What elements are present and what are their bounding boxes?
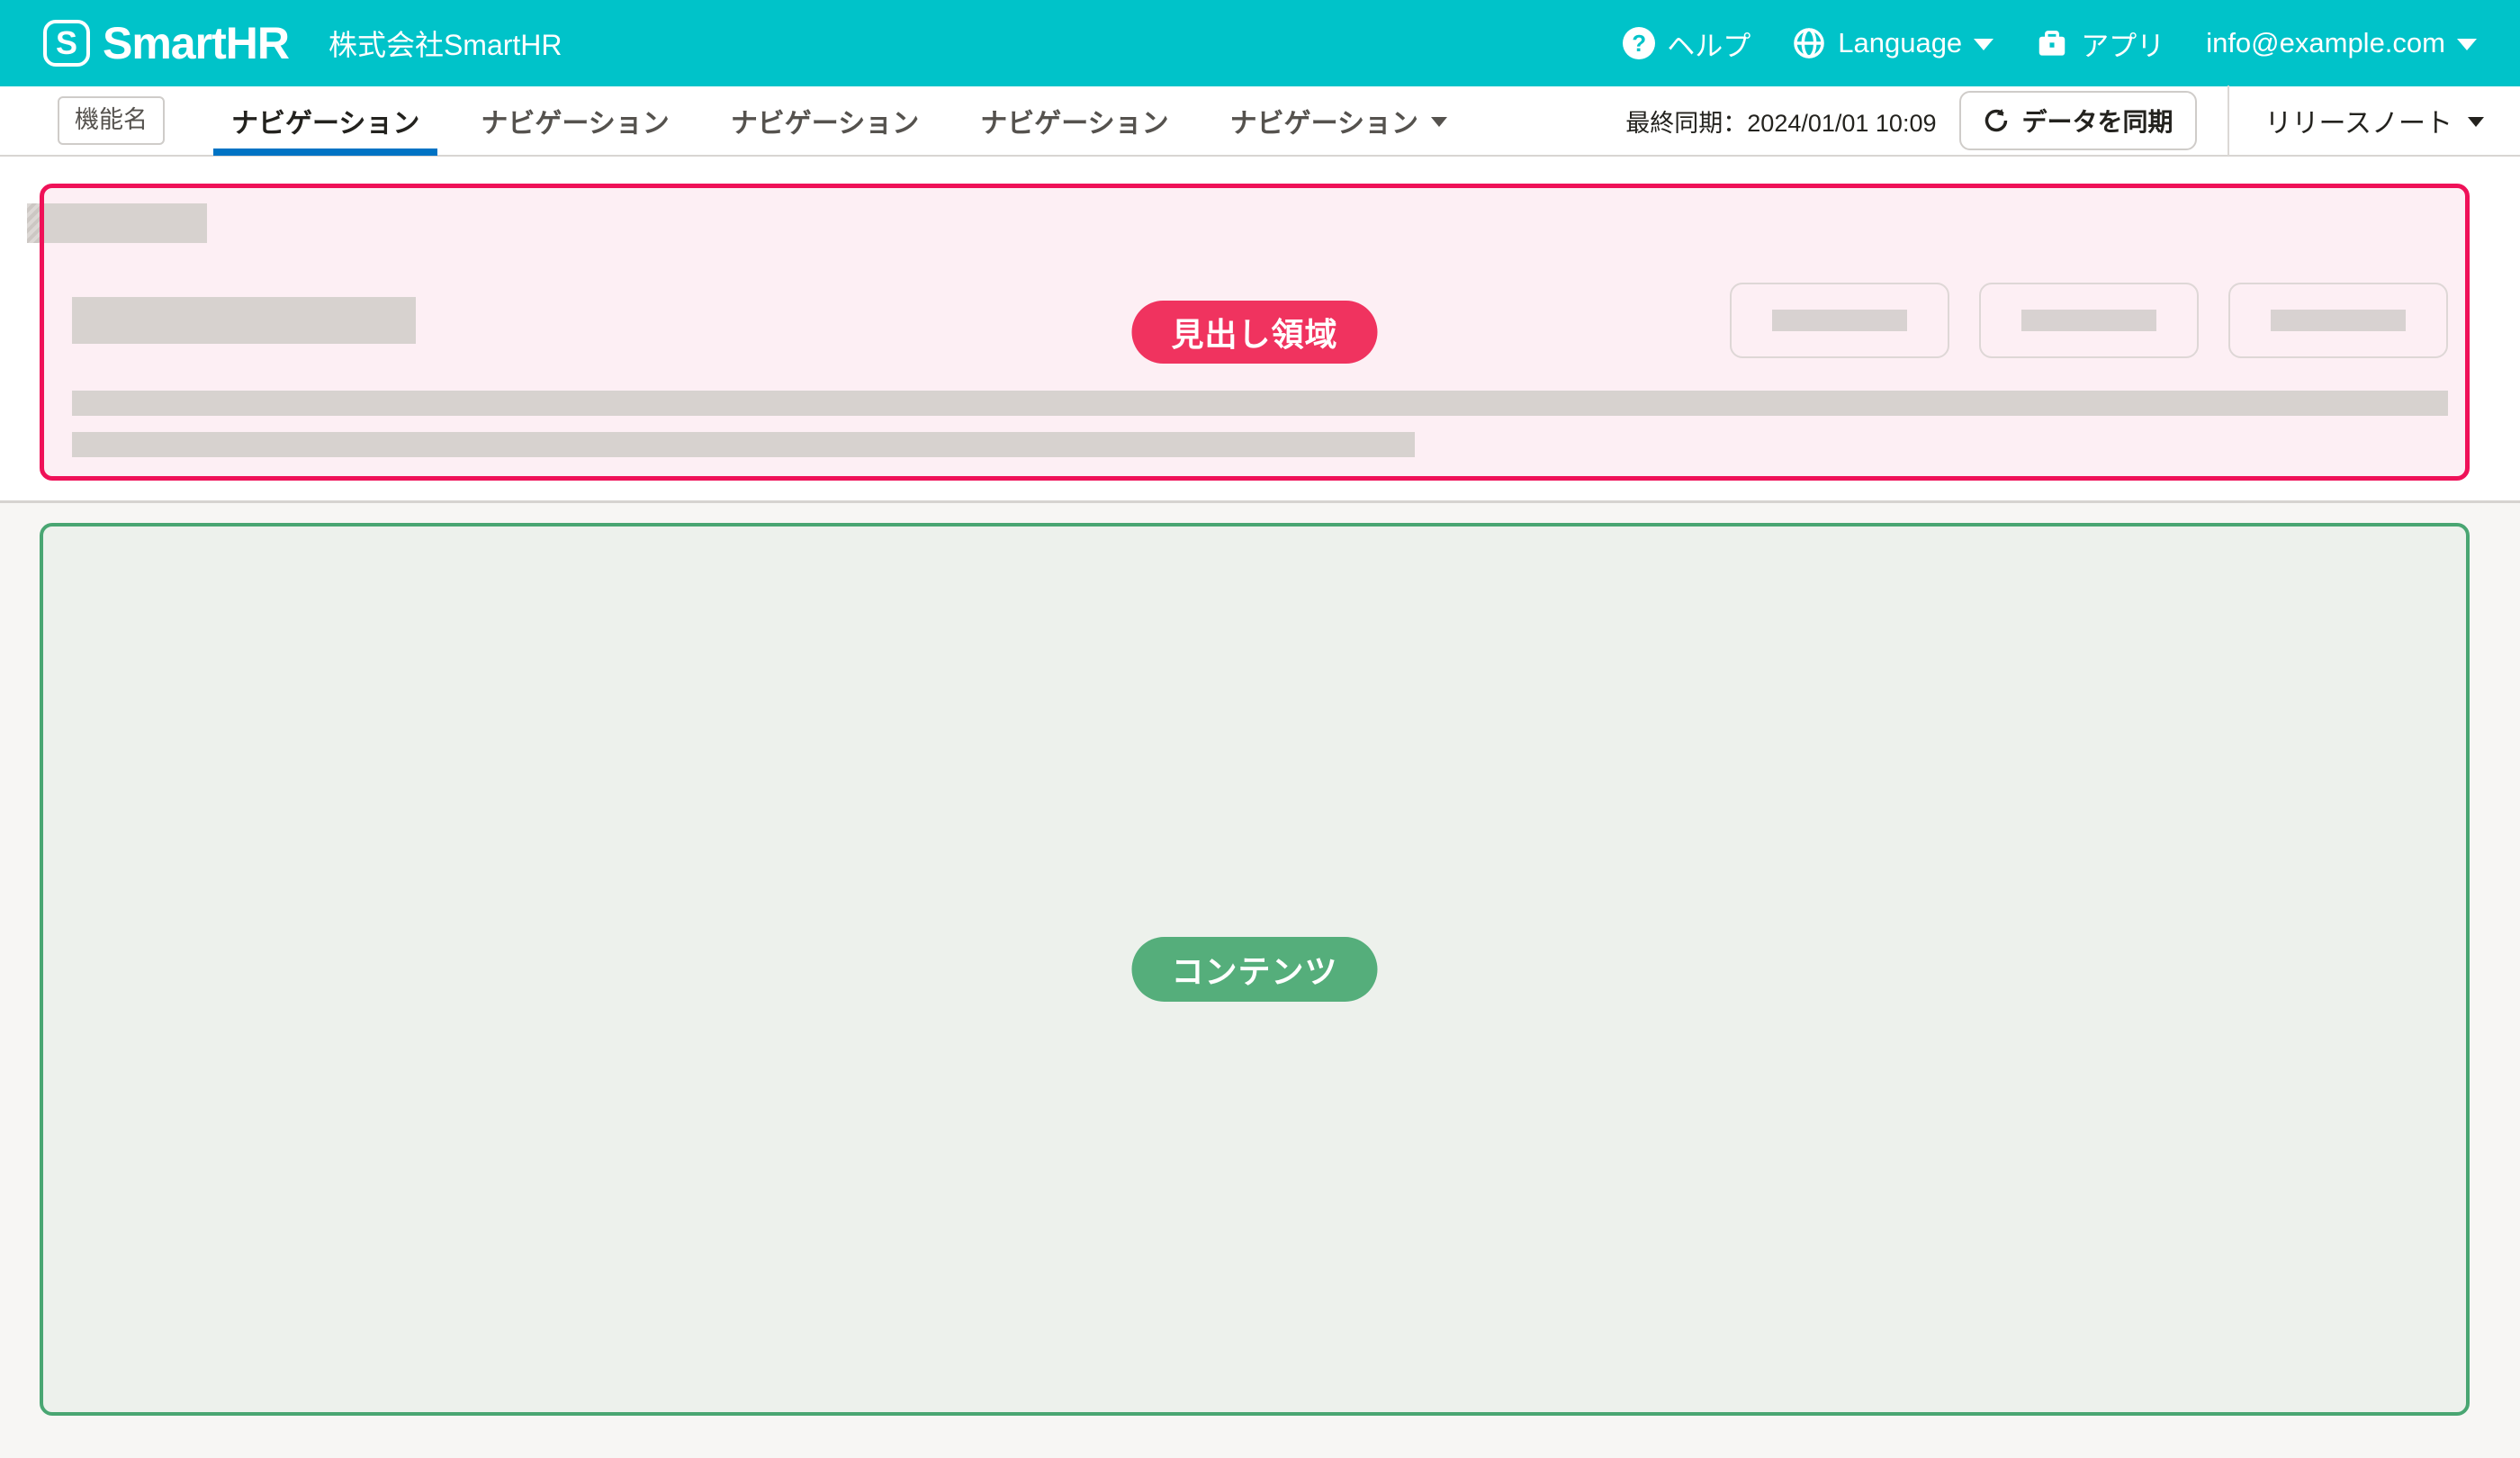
placeholder-action-button-1[interactable] [1730,283,1949,358]
release-notes-dropdown[interactable]: リリースノート [2229,86,2520,156]
release-notes-label: リリースノート [2265,101,2453,140]
skeleton-text-line [72,391,2448,416]
placeholder-action-button-2[interactable] [1979,283,2199,358]
skeleton-button-label [2271,310,2406,331]
nav-tabs: ナビゲーション ナビゲーション ナビゲーション ナビゲーション ナビゲーション [201,86,1478,156]
account-menu[interactable]: info@example.com [2206,27,2477,59]
nav-tab-label: ナビゲーション [481,101,669,140]
header-actions: ? ヘルプ Language アプリ info@example.com [1623,23,2477,64]
skeleton-topic-block [27,203,207,243]
smarthr-logo-icon: S [43,20,90,67]
nav-tab-label: ナビゲーション [731,101,919,140]
sync-data-button[interactable]: データを同期 [1959,91,2196,150]
feature-name-chip: 機能名 [58,96,165,144]
language-label: Language [1838,27,1962,59]
nav-tab-label: ナビゲーション [980,101,1168,140]
content-area-badge: コンテンツ [1131,937,1377,1002]
chevron-down-icon [1431,117,1447,127]
account-email: info@example.com [2206,27,2445,59]
company-name: 株式会社SmartHR [328,22,562,64]
apps-label: アプリ [2081,23,2164,64]
chevron-down-icon [1974,39,1994,50]
chevron-down-icon [2457,39,2477,50]
last-sync-label: 最終同期：2024/01/01 10:09 [1625,104,1936,139]
app-header: S SmartHR 株式会社SmartHR ? ヘルプ Language アプリ [0,0,2520,86]
heading-area-annotation: 見出し領域 [40,184,2470,481]
help-label: ヘルプ [1667,23,1750,64]
refresh-icon [1983,107,2010,134]
skeleton-page-title [72,297,416,344]
help-link[interactable]: ? ヘルプ [1623,23,1750,64]
placeholder-action-button-3[interactable] [2228,283,2448,358]
apps-link[interactable]: アプリ [2035,23,2164,64]
briefcase-icon [2035,26,2069,60]
language-dropdown[interactable]: Language [1792,26,1994,60]
app-nav: 機能名 ナビゲーション ナビゲーション ナビゲーション ナビゲーション ナビゲー… [0,86,2520,157]
heading-zone: 見出し領域 [0,157,2520,500]
content-area-annotation: コンテンツ [40,523,2470,1416]
nav-right: 最終同期：2024/01/01 10:09 データを同期 リリースノート [1625,86,2520,156]
brand-logo[interactable]: S SmartHR [43,17,289,69]
content-zone: コンテンツ [0,500,2520,1458]
nav-tab-label: ナビゲーション [1230,101,1418,140]
heading-area-badge: 見出し領域 [1131,301,1377,364]
nav-tab-4[interactable]: ナビゲーション [950,86,1199,156]
nav-tab-1[interactable]: ナビゲーション [201,86,450,156]
help-icon: ? [1623,27,1655,59]
brand-name: SmartHR [103,17,289,69]
logo-letter: S [56,27,77,59]
globe-icon [1792,26,1826,60]
skeleton-text-line [72,432,1415,457]
chevron-down-icon [2468,117,2484,127]
nav-tab-label: ナビゲーション [231,101,419,140]
sync-data-label: データを同期 [2021,103,2173,139]
skeleton-button-label [1772,310,1907,331]
nav-tab-3[interactable]: ナビゲーション [700,86,950,156]
nav-tab-2[interactable]: ナビゲーション [450,86,699,156]
skeleton-button-label [2021,310,2156,331]
nav-tab-5[interactable]: ナビゲーション [1200,86,1478,156]
